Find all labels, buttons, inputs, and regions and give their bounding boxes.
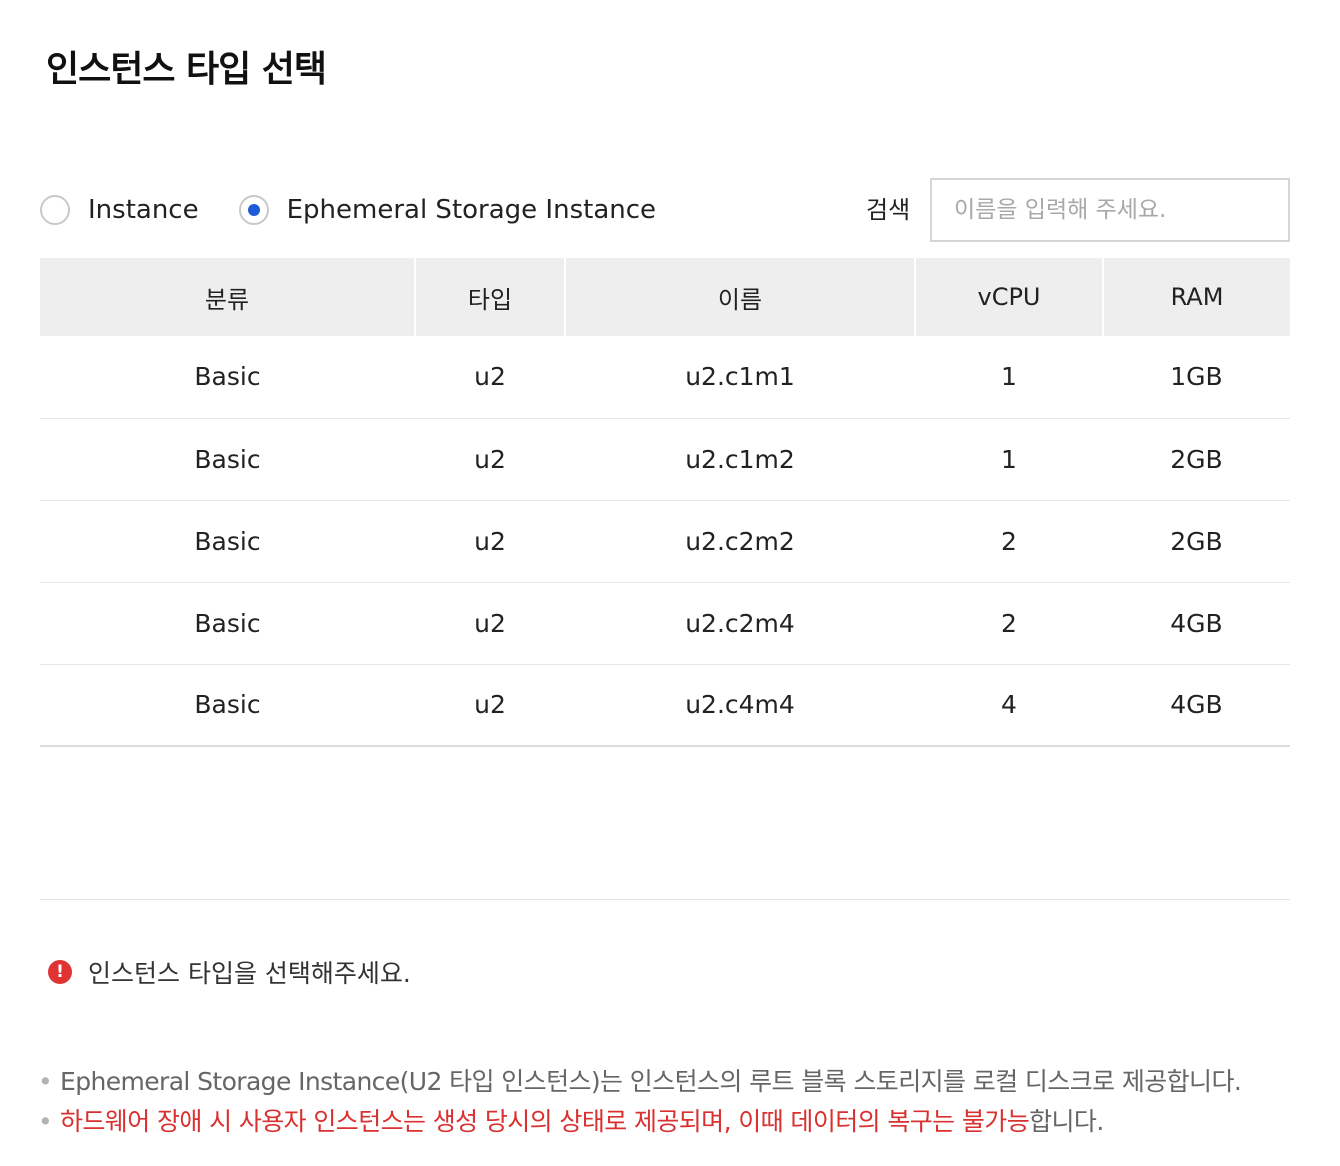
page-title: 인스턴스 타입 선택 <box>46 49 327 90</box>
filter-bar: Instance Ephemeral Storage Instance 검색 <box>40 178 1290 242</box>
radio-label-instance: Instance <box>88 195 199 225</box>
column-header-name[interactable]: 이름 <box>565 258 916 336</box>
section-divider <box>40 899 1290 900</box>
search-input[interactable] <box>930 178 1290 242</box>
validation-message: ! 인스턴스 타입을 선택해주세요. <box>48 955 411 989</box>
note-item: • Ephemeral Storage Instance(U2 타입 인스턴스)… <box>38 1062 1308 1102</box>
cell-vcpu: 1 <box>915 336 1103 419</box>
cell-category: Basic <box>40 500 415 583</box>
radio-unchecked-icon[interactable] <box>40 195 70 225</box>
cell-name: u2.c4m4 <box>565 664 915 747</box>
cell-ram: 1GB <box>1103 336 1290 419</box>
table-header-row: 분류 타입 이름 vCPU RAM <box>40 258 1290 336</box>
note-item-warning: • 하드웨어 장애 시 사용자 인스턴스는 생성 당시의 상태로 제공되며, 이… <box>38 1102 1308 1142</box>
cell-category: Basic <box>40 418 415 501</box>
cell-category: Basic <box>40 582 415 665</box>
column-header-category[interactable]: 분류 <box>40 258 416 336</box>
cell-category: Basic <box>40 336 415 419</box>
notes-list: • Ephemeral Storage Instance(U2 타입 인스턴스)… <box>38 1062 1308 1142</box>
cell-type: u2 <box>415 664 565 747</box>
table-row[interactable]: Basic u2 u2.c2m4 2 4GB <box>40 582 1290 665</box>
column-header-ram[interactable]: RAM <box>1103 258 1290 336</box>
radio-label-ephemeral: Ephemeral Storage Instance <box>286 195 657 225</box>
radio-instance[interactable]: Instance <box>40 195 199 225</box>
instance-type-table: 분류 타입 이름 vCPU RAM Basic u2 u2.c1m1 1 1GB… <box>40 258 1290 747</box>
bullet-icon: • <box>38 1067 53 1096</box>
table-row[interactable]: Basic u2 u2.c4m4 4 4GB <box>40 664 1290 747</box>
radio-ephemeral-storage-instance[interactable]: Ephemeral Storage Instance <box>238 195 657 225</box>
cell-type: u2 <box>415 418 565 501</box>
cell-vcpu: 4 <box>915 664 1103 747</box>
column-header-vcpu[interactable]: vCPU <box>915 258 1104 336</box>
search-label: 검색 <box>866 196 911 224</box>
radio-checked-icon[interactable] <box>238 195 269 225</box>
cell-name: u2.c2m4 <box>565 582 915 665</box>
validation-text: 인스턴스 타입을 선택해주세요. <box>88 959 411 988</box>
cell-type: u2 <box>415 582 565 665</box>
cell-ram: 4GB <box>1103 664 1290 747</box>
table-row[interactable]: Basic u2 u2.c1m1 1 1GB <box>40 336 1290 419</box>
table-row[interactable]: Basic u2 u2.c2m2 2 2GB <box>40 500 1290 583</box>
column-header-type[interactable]: 타입 <box>415 258 566 336</box>
cell-vcpu: 2 <box>915 500 1103 583</box>
error-icon: ! <box>48 960 72 984</box>
cell-name: u2.c1m1 <box>565 336 915 419</box>
radio-dot <box>247 204 260 216</box>
instance-kind-radio-group: Instance Ephemeral Storage Instance <box>40 178 696 242</box>
note-text: Ephemeral Storage Instance(U2 타입 인스턴스)는 … <box>60 1067 1242 1096</box>
note-text-suffix: 합니다. <box>1029 1107 1104 1136</box>
cell-type: u2 <box>415 336 565 419</box>
cell-ram: 2GB <box>1103 500 1290 583</box>
cell-type: u2 <box>415 500 565 583</box>
instance-type-panel: 인스턴스 타입 선택 Instance Ephemeral Storage In… <box>0 0 1340 1166</box>
cell-ram: 2GB <box>1103 418 1290 501</box>
cell-ram: 4GB <box>1103 582 1290 665</box>
table-row[interactable]: Basic u2 u2.c1m2 1 2GB <box>40 418 1290 501</box>
note-warning-text: 하드웨어 장애 시 사용자 인스턴스는 생성 당시의 상태로 제공되며, 이때 … <box>60 1107 1030 1136</box>
cell-vcpu: 2 <box>915 582 1103 665</box>
cell-vcpu: 1 <box>915 418 1103 501</box>
cell-category: Basic <box>40 664 415 747</box>
bullet-icon: • <box>38 1107 53 1136</box>
cell-name: u2.c2m2 <box>565 500 915 583</box>
cell-name: u2.c1m2 <box>565 418 915 501</box>
